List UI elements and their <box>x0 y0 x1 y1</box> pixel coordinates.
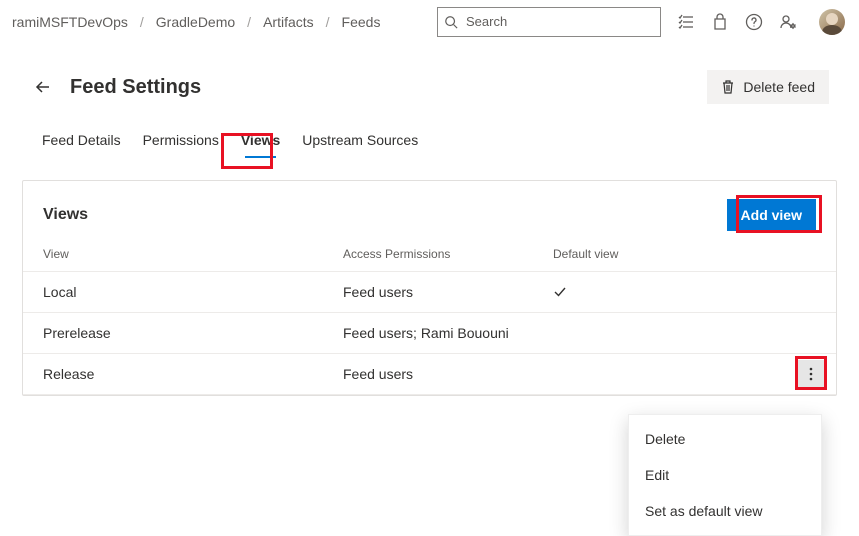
delete-feed-button[interactable]: Delete feed <box>707 70 829 104</box>
view-name: Local <box>43 284 343 300</box>
view-name: Release <box>43 366 343 382</box>
views-card: Views Add view View Access Permissions D… <box>22 180 837 396</box>
breadcrumb-org[interactable]: ramiMSFTDevOps <box>12 14 128 30</box>
default-view-check <box>553 285 683 299</box>
tab-feed-details[interactable]: Feed Details <box>42 132 121 158</box>
view-permissions: Feed users <box>343 284 553 300</box>
bag-icon[interactable] <box>711 13 729 31</box>
add-view-button[interactable]: Add view <box>727 199 816 231</box>
more-icon <box>809 366 813 382</box>
breadcrumb-feeds[interactable]: Feeds <box>342 14 381 30</box>
views-card-title: Views <box>43 206 727 224</box>
table-row[interactable]: Local Feed users <box>23 272 836 313</box>
row-more-button[interactable] <box>798 360 824 388</box>
breadcrumb-artifacts[interactable]: Artifacts <box>263 14 314 30</box>
context-menu: Delete Edit Set as default view <box>628 414 822 536</box>
delete-feed-label: Delete feed <box>743 79 815 95</box>
search-icon <box>444 15 458 29</box>
top-icon-bar <box>677 9 845 35</box>
view-permissions: Feed users <box>343 366 553 382</box>
breadcrumb: ramiMSFTDevOps / GradleDemo / Artifacts … <box>12 14 380 30</box>
views-card-header: Views Add view <box>23 181 836 239</box>
col-header-permissions: Access Permissions <box>343 247 553 261</box>
list-icon[interactable] <box>677 13 695 31</box>
back-icon <box>34 78 52 96</box>
view-name: Prerelease <box>43 325 343 341</box>
ctx-delete[interactable]: Delete <box>629 421 821 457</box>
page-title: Feed Settings <box>70 76 707 99</box>
avatar[interactable] <box>819 9 845 35</box>
admin-settings-icon[interactable] <box>779 13 797 31</box>
help-icon[interactable] <box>745 13 763 31</box>
tab-permissions[interactable]: Permissions <box>143 132 219 158</box>
view-permissions: Feed users; Rami Bououni <box>343 325 553 341</box>
breadcrumb-sep: / <box>247 14 251 30</box>
tabs: Feed Details Permissions Views Upstream … <box>0 114 859 158</box>
back-button[interactable] <box>30 74 56 100</box>
breadcrumb-sep: / <box>326 14 330 30</box>
breadcrumb-sep: / <box>140 14 144 30</box>
table-row[interactable]: Release Feed users <box>23 354 836 395</box>
col-header-view: View <box>43 247 343 261</box>
search-input[interactable] <box>464 13 654 30</box>
check-icon <box>553 285 567 299</box>
title-row: Feed Settings Delete feed <box>0 44 859 114</box>
tab-upstream-sources[interactable]: Upstream Sources <box>302 132 418 158</box>
table-row[interactable]: Prerelease Feed users; Rami Bououni <box>23 313 836 354</box>
ctx-set-default[interactable]: Set as default view <box>629 493 821 529</box>
col-header-default: Default view <box>553 247 683 261</box>
top-bar: ramiMSFTDevOps / GradleDemo / Artifacts … <box>0 0 859 44</box>
breadcrumb-project[interactable]: GradleDemo <box>156 14 235 30</box>
search-box[interactable] <box>437 7 661 37</box>
ctx-edit[interactable]: Edit <box>629 457 821 493</box>
views-table-header: View Access Permissions Default view <box>23 239 836 272</box>
tab-views[interactable]: Views <box>241 132 280 158</box>
trash-icon <box>721 79 735 95</box>
